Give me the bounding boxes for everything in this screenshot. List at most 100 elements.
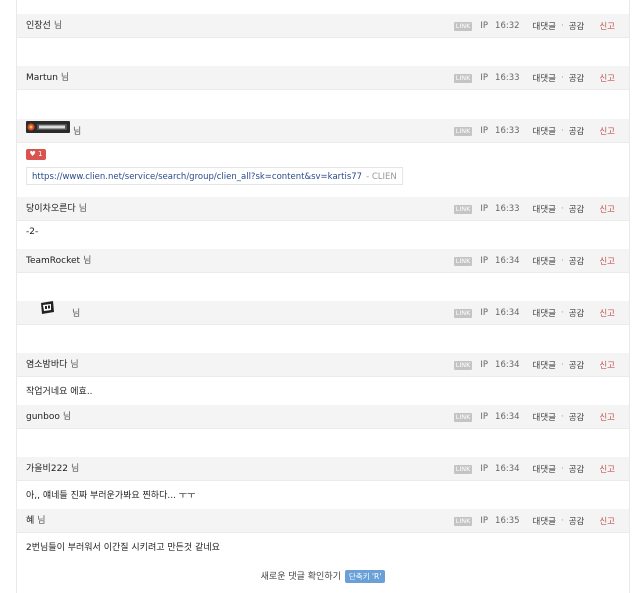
nickname-image-icon[interactable] [39,301,55,325]
comment-item: Martun 님 LINK IP 16:33 대댓글 · 공감 신고 [17,66,629,90]
author-suffix: 님 [78,204,87,214]
ip-label: IP [480,360,489,370]
comment-time: 16:33 [495,204,520,214]
report-button[interactable]: 신고 [599,463,615,475]
like-button[interactable]: 공감 [569,255,585,267]
check-new-comments-link[interactable]: 새로운 댓글 확인하기 [261,572,341,582]
separator: · [561,412,564,422]
link-icon[interactable]: LINK [453,204,473,214]
like-count-badge[interactable]: ♥ 1 [26,149,46,160]
separator: · [561,73,564,83]
like-button[interactable]: 공감 [569,307,585,319]
link-source: - CLIEN [366,172,397,182]
report-button[interactable]: 신고 [599,255,615,267]
comment-time: 16:33 [495,73,520,83]
comment-time: 16:34 [495,464,520,474]
comment-meta: LINK IP 16:34 대댓글 · 공감 신고 [453,457,629,481]
like-button[interactable]: 공감 [569,411,585,423]
comment-list: 인장선 님 LINK IP 16:32 대댓글 · 공감 신고 Martun 님 L… [16,0,630,593]
author-suffix: 님 [60,73,70,83]
report-button[interactable]: 신고 [599,125,615,137]
separator: · [561,360,564,370]
comment-author[interactable]: 염소밤바다 님 [26,353,79,377]
report-button[interactable]: 신고 [599,203,615,215]
reply-button[interactable]: 대댓글 [533,255,556,267]
author-nickname[interactable]: 인장선 [26,21,51,31]
reply-button[interactable]: 대댓글 [533,203,556,215]
link-url[interactable]: https://www.clien.net/service/search/gro… [32,172,362,182]
comment-author[interactable]: 님 [39,301,80,325]
author-nickname[interactable]: 혜 [26,516,34,526]
comment-meta: LINK IP 16:34 대댓글 · 공감 신고 [453,249,629,273]
comment-author[interactable]: gunboo 님 [26,405,71,429]
link-icon[interactable]: LINK [453,464,473,474]
like-button[interactable]: 공감 [569,203,585,215]
reply-button[interactable]: 대댓글 [533,125,556,137]
comment-header: 당이차오른다 님 LINK IP 16:33 대댓글 · 공감 신고 [17,197,629,221]
report-button[interactable]: 신고 [599,20,615,32]
like-button[interactable]: 공감 [569,20,585,32]
like-button[interactable]: 공감 [569,463,585,475]
comment-meta: LINK IP 16:33 대댓글 · 공감 신고 [453,119,629,143]
reply-button[interactable]: 대댓글 [533,463,556,475]
comment-item: 혜님 LINK IP 16:35 대댓글 · 공감 신고 2번님들이 부러워서 … [17,509,629,553]
like-button[interactable]: 공감 [569,515,585,527]
author-suffix: 님 [37,516,46,526]
author-nickname[interactable]: gunboo [26,412,60,422]
link-icon[interactable]: LINK [453,73,473,83]
comment-meta: LINK IP 16:35 대댓글 · 공감 신고 [453,509,629,533]
author-suffix: 님 [83,256,92,266]
comment-item: 염소밤바다 님 LINK IP 16:34 대댓글 · 공감 신고 작업거네요 에… [17,353,629,397]
report-button[interactable]: 신고 [599,359,615,371]
reply-button[interactable]: 대댓글 [533,515,556,527]
comment-author[interactable]: 혜님 [26,509,46,533]
comment-author[interactable]: TeamRocket 님 [26,249,91,273]
comment-author[interactable]: Martun 님 [26,66,69,90]
link-icon[interactable]: LINK [453,256,473,266]
comment-meta: LINK IP 16:34 대댓글 · 공감 신고 [453,301,629,325]
comment-body: 작업거네요 에효.. [26,387,93,397]
author-nickname[interactable]: 가을비222 [26,464,68,474]
nickname-image-icon[interactable] [26,119,70,143]
separator: · [561,204,564,214]
author-nickname[interactable]: TeamRocket [26,256,80,266]
comment-header: 가을비222 님 LINK IP 16:34 대댓글 · 공감 신고 [17,457,629,481]
reply-button[interactable]: 대댓글 [533,20,556,32]
link-icon[interactable]: LINK [453,21,473,31]
comment-author[interactable]: 님 [26,119,81,143]
comment-header: 님 LINK IP 16:34 대댓글 · 공감 신고 [17,301,629,325]
like-button[interactable]: 공감 [569,125,585,137]
link-icon[interactable]: LINK [453,516,473,526]
comment-author[interactable]: 인장선 님 [26,14,62,38]
reply-button[interactable]: 대댓글 [533,411,556,423]
report-button[interactable]: 신고 [599,515,615,527]
report-button[interactable]: 신고 [599,411,615,423]
reply-button[interactable]: 대댓글 [533,307,556,319]
link-icon[interactable]: LINK [453,308,473,318]
like-button[interactable]: 공감 [569,359,585,371]
link-icon[interactable]: LINK [453,360,473,370]
ip-label: IP [480,126,489,136]
author-nickname[interactable]: Martun [26,73,58,83]
comment-header: Martun 님 LINK IP 16:33 대댓글 · 공감 신고 [17,66,629,90]
comment-meta: LINK IP 16:34 대댓글 · 공감 신고 [453,353,629,377]
comment-item: TeamRocket 님 LINK IP 16:34 대댓글 · 공감 신고 [17,249,629,273]
report-button[interactable]: 신고 [599,307,615,319]
author-nickname[interactable]: 염소밤바다 [26,360,67,370]
link-icon[interactable]: LINK [453,126,473,136]
comment-author[interactable]: 당이차오른다 님 [26,197,87,221]
comment-header: 염소밤바다 님 LINK IP 16:34 대댓글 · 공감 신고 [17,353,629,377]
reply-button[interactable]: 대댓글 [533,72,556,84]
link-preview[interactable]: https://www.clien.net/service/search/gro… [26,167,403,185]
report-button[interactable]: 신고 [599,72,615,84]
comment-author[interactable]: 가을비222 님 [26,457,79,481]
author-nickname[interactable]: 당이차오른다 [26,204,76,214]
reply-button[interactable]: 대댓글 [533,359,556,371]
like-button[interactable]: 공감 [569,72,585,84]
link-icon[interactable]: LINK [453,412,473,422]
comment-item: 당이차오른다 님 LINK IP 16:33 대댓글 · 공감 신고 -2- [17,197,629,237]
ip-label: IP [480,256,489,266]
separator: · [561,308,564,318]
author-suffix: 님 [62,412,72,422]
comment-meta: LINK IP 16:34 대댓글 · 공감 신고 [453,405,629,429]
